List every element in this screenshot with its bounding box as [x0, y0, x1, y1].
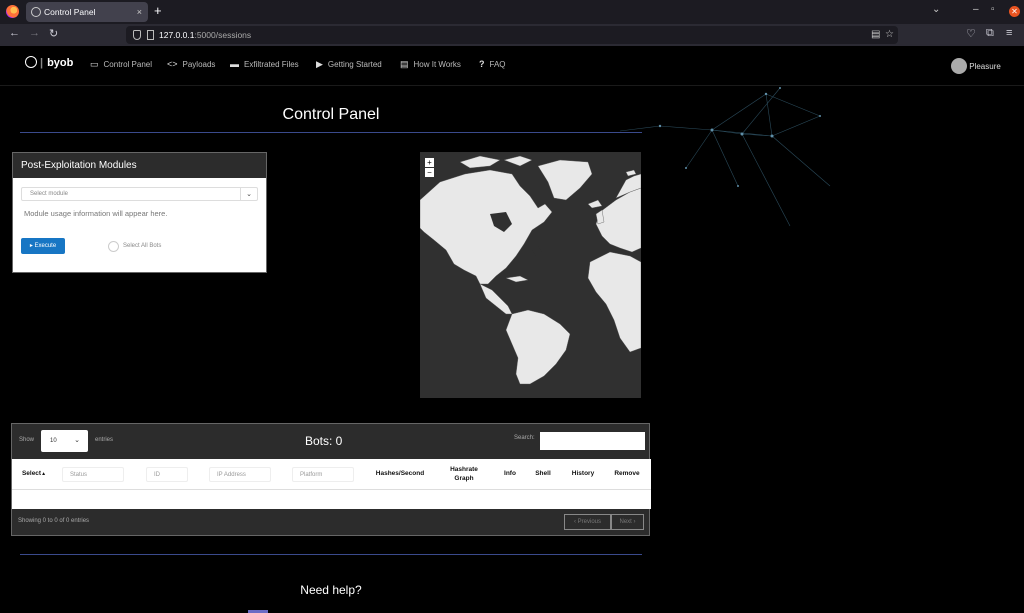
browser-chrome: Control Panel × + ⌄ – ▫ ✕ ← → ↻ 127.0.0.…	[0, 0, 1024, 46]
user-menu[interactable]: Pleasure	[951, 58, 1001, 74]
chevron-down-icon: ⌄	[74, 437, 80, 444]
execute-button[interactable]: ▸ Execute	[21, 238, 65, 254]
bots-count-title: Bots: 0	[305, 434, 343, 448]
page-title: Control Panel	[282, 106, 380, 123]
brand-name: byob	[47, 57, 74, 69]
document-icon: ▤	[400, 59, 409, 69]
monitor-icon: ▭	[90, 59, 99, 69]
question-icon: ?	[479, 59, 485, 69]
status-filter[interactable]: Status	[62, 467, 124, 482]
id-filter[interactable]: ID	[146, 467, 188, 482]
network-decoration	[620, 87, 831, 227]
url-bar[interactable]: 127.0.0.1:5000/sessions ▤ ☆	[126, 26, 898, 44]
col-remove[interactable]: Remove	[610, 459, 644, 490]
previous-button[interactable]: ‹ Previous	[564, 514, 611, 530]
sort-asc-icon: ▲	[41, 471, 47, 478]
select-all-bots-radio[interactable]	[108, 241, 119, 252]
tab-list-chevron-icon[interactable]: ⌄	[932, 4, 940, 15]
extensions-icon[interactable]: ⧉	[986, 27, 994, 40]
window-close-icon[interactable]: ✕	[1009, 6, 1020, 17]
url-path: :5000/sessions	[194, 30, 252, 40]
search-input[interactable]	[540, 432, 645, 450]
col-history[interactable]: History	[564, 459, 602, 490]
table-info: Showing 0 to 0 of 0 entries	[18, 518, 90, 524]
table-body	[12, 490, 651, 509]
nav-label: Payloads	[182, 60, 216, 69]
folder-icon: ▬	[230, 59, 239, 69]
firefox-logo-icon	[6, 5, 19, 18]
top-navbar: | byob ▭ Control Panel <> Payloads ▬ Exfiltr…	[0, 46, 1024, 86]
show-label: Show	[19, 437, 35, 443]
platform-filter[interactable]: Platform	[292, 467, 354, 482]
tab-bar: Control Panel × + ⌄ – ▫ ✕	[0, 0, 1024, 24]
modules-header: Post-Exploitation Modules	[13, 153, 266, 178]
nav-label: Exfiltrated Files	[244, 60, 299, 69]
zoom-in-button[interactable]: +	[425, 158, 434, 167]
brand[interactable]: | byob	[25, 56, 73, 69]
nav-toolbar: ← → ↻ 127.0.0.1:5000/sessions ▤ ☆ ♡ ⧉ ≡	[0, 24, 1024, 46]
avatar	[951, 58, 967, 74]
code-icon: <>	[167, 59, 178, 69]
module-select-placeholder: Select module	[30, 191, 69, 197]
col-shell[interactable]: Shell	[530, 459, 556, 490]
nav-getting-started[interactable]: ▶ Getting Started	[316, 59, 382, 70]
divider	[20, 554, 642, 555]
nav-label: Control Panel	[103, 60, 152, 69]
module-select[interactable]: Select module ⌄	[21, 187, 258, 201]
new-tab-button[interactable]: +	[154, 3, 162, 18]
minimize-icon[interactable]: –	[973, 4, 979, 15]
col-hashrate-graph[interactable]: Hashrate Graph	[440, 459, 488, 490]
tab-control-panel[interactable]: Control Panel ×	[26, 2, 148, 22]
page-icon[interactable]	[147, 30, 154, 40]
zoom-out-button[interactable]: −	[425, 168, 434, 177]
nav-label: How It Works	[413, 60, 461, 69]
bots-table-panel: Show 10 ⌄ entries Bots: 0 Search: Select…	[11, 423, 651, 536]
forward-button[interactable]: →	[29, 27, 40, 39]
nav-how-it-works[interactable]: ▤ How It Works	[400, 59, 461, 70]
nav-payloads[interactable]: <> Payloads	[167, 59, 215, 69]
brand-logo-icon	[25, 56, 37, 68]
shield-icon[interactable]	[133, 30, 141, 40]
page-length-value: 10	[50, 438, 57, 444]
nav-control-panel[interactable]: ▭ Control Panel	[90, 59, 152, 70]
ip-filter[interactable]: IP Address	[209, 467, 271, 482]
col-select-label: Select	[21, 470, 42, 478]
col-hashes[interactable]: Hashes/Second	[370, 459, 430, 490]
reader-view-icon[interactable]: ▤	[871, 26, 880, 44]
search-label: Search:	[514, 435, 535, 441]
table-header: Select ▲ Status ID IP Address Platform Ha…	[12, 459, 651, 490]
user-name: Pleasure	[969, 62, 1001, 71]
divider	[20, 132, 642, 133]
restore-icon[interactable]: ▫	[991, 4, 995, 15]
nav-label: Getting Started	[327, 60, 382, 69]
help-heading: Need help?	[300, 583, 362, 597]
entries-label: entries	[95, 437, 114, 443]
next-button[interactable]: Next ›	[611, 514, 644, 530]
close-tab-icon[interactable]: ×	[137, 2, 142, 22]
globe-icon	[31, 7, 41, 17]
nav-exfiltrated-files[interactable]: ▬ Exfiltrated Files	[230, 59, 299, 69]
play-icon: ▶	[316, 59, 323, 69]
menu-icon[interactable]: ≡	[1006, 27, 1012, 39]
select-all-bots-label: Select All Bots	[123, 243, 162, 249]
module-usage-info: Module usage information will appear her…	[24, 209, 168, 218]
page-length-select[interactable]: 10 ⌄	[41, 430, 88, 452]
modules-panel: Post-Exploitation Modules Select module …	[12, 152, 267, 273]
tab-title: Control Panel	[44, 7, 96, 17]
chevron-down-icon[interactable]: ⌄	[240, 188, 257, 200]
col-select[interactable]: Select ▲	[18, 459, 50, 490]
url-host: 127.0.0.1	[159, 30, 195, 40]
nav-faq[interactable]: ? FAQ	[479, 59, 506, 69]
app: | byob ▭ Control Panel <> Payloads ▬ Exfiltr…	[0, 46, 1024, 613]
back-button[interactable]: ←	[9, 27, 20, 39]
reload-button[interactable]: ↻	[49, 27, 58, 40]
pocket-icon[interactable]: ♡	[966, 27, 976, 40]
execute-label: Execute	[34, 243, 57, 249]
col-info[interactable]: Info	[498, 459, 522, 490]
bookmark-star-icon[interactable]: ☆	[885, 26, 894, 44]
world-map-shapes	[420, 155, 641, 385]
world-map[interactable]: + −	[420, 152, 641, 398]
nav-label: FAQ	[489, 60, 506, 69]
